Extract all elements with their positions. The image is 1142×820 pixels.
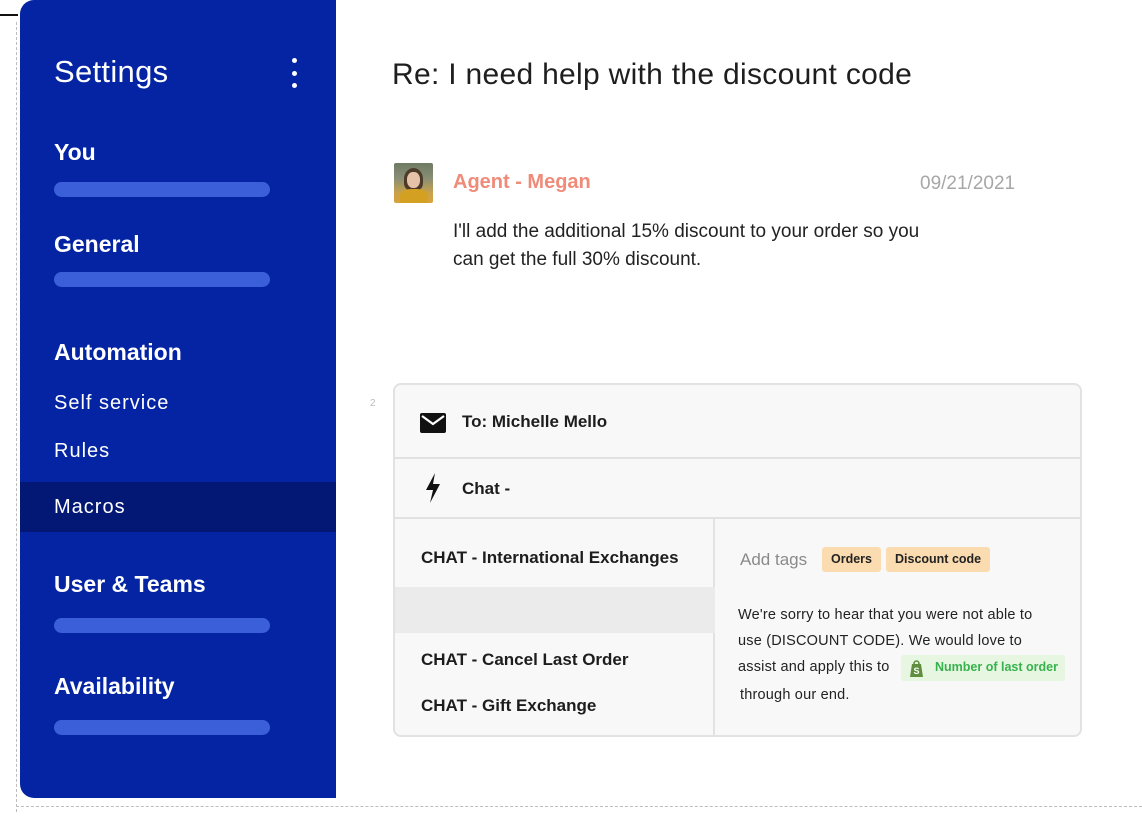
- recipient-row[interactable]: To: Michelle Mello: [395, 385, 1080, 459]
- macro-item-cancel-last-order[interactable]: CHAT - Cancel Last Order: [421, 650, 629, 670]
- mail-icon: [420, 413, 446, 433]
- sidebar-section-you[interactable]: You: [54, 139, 96, 166]
- sidebar-item-rules[interactable]: Rules: [54, 440, 110, 463]
- add-tags-button[interactable]: Add tags: [740, 550, 807, 570]
- svg-text:S: S: [913, 666, 919, 676]
- reply-line-2: use (DISCOUNT CODE). We would love to: [738, 633, 1023, 649]
- variable-chip[interactable]: S Number of last order: [901, 655, 1065, 681]
- settings-sidebar: Settings You General Automation Self ser…: [20, 0, 336, 798]
- reply-line-4: through our end.: [740, 687, 850, 703]
- lightning-bolt-icon: [426, 473, 440, 503]
- placeholder-bar-you: [54, 182, 270, 197]
- frame-border-left: [16, 22, 17, 812]
- sidebar-section-automation[interactable]: Automation: [54, 339, 182, 366]
- message-date: 09/21/2021: [920, 173, 1016, 194]
- shopify-bag-icon: S: [910, 660, 923, 677]
- sidebar-item-self-service[interactable]: Self service: [54, 392, 169, 415]
- message-author: Agent - Megan: [453, 171, 591, 193]
- placeholder-bar-availability: [54, 720, 270, 735]
- sidebar-item-macros[interactable]: Macros: [54, 496, 126, 519]
- sidebar-section-user-teams[interactable]: User & Teams: [54, 571, 206, 598]
- sidebar-title: Settings: [54, 54, 169, 89]
- macro-item-international-exchanges[interactable]: CHAT - International Exchanges: [421, 548, 679, 568]
- sidebar-section-general[interactable]: General: [54, 231, 140, 258]
- macro-item-gift-exchange[interactable]: CHAT - Gift Exchange: [421, 696, 596, 716]
- variable-label: Number of last order: [935, 660, 1058, 674]
- reply-composer: To: Michelle Mello Chat - CHAT - Interna…: [393, 383, 1082, 737]
- placeholder-bar-general: [54, 272, 270, 287]
- frame-border-bottom: [16, 806, 1142, 807]
- reply-line-1: We're sorry to hear that you were not ab…: [738, 607, 1033, 623]
- recipient-label: To: Michelle Mello: [462, 412, 608, 431]
- tag-orders[interactable]: Orders: [822, 547, 881, 572]
- macro-item-hovered[interactable]: [395, 587, 715, 633]
- kebab-menu-icon[interactable]: [288, 58, 300, 88]
- agent-avatar: [394, 163, 433, 203]
- channel-label: Chat -: [462, 479, 511, 498]
- placeholder-bar-user-teams: [54, 618, 270, 633]
- macro-preview: Add tags Orders Discount code We're sorr…: [717, 519, 1080, 735]
- app-window: Settings You General Automation Self ser…: [0, 0, 1142, 820]
- message-body: I'll add the additional 15% discount to …: [453, 221, 920, 270]
- channel-row[interactable]: Chat -: [395, 459, 1080, 519]
- sidebar-section-availability[interactable]: Availability: [54, 673, 175, 700]
- gutter-number: 2: [370, 398, 376, 409]
- macro-list: CHAT - International Exchanges CHAT - Ca…: [395, 519, 715, 735]
- tag-discount-code[interactable]: Discount code: [886, 547, 991, 572]
- ticket-title: Re: I need help with the discount code: [392, 58, 913, 91]
